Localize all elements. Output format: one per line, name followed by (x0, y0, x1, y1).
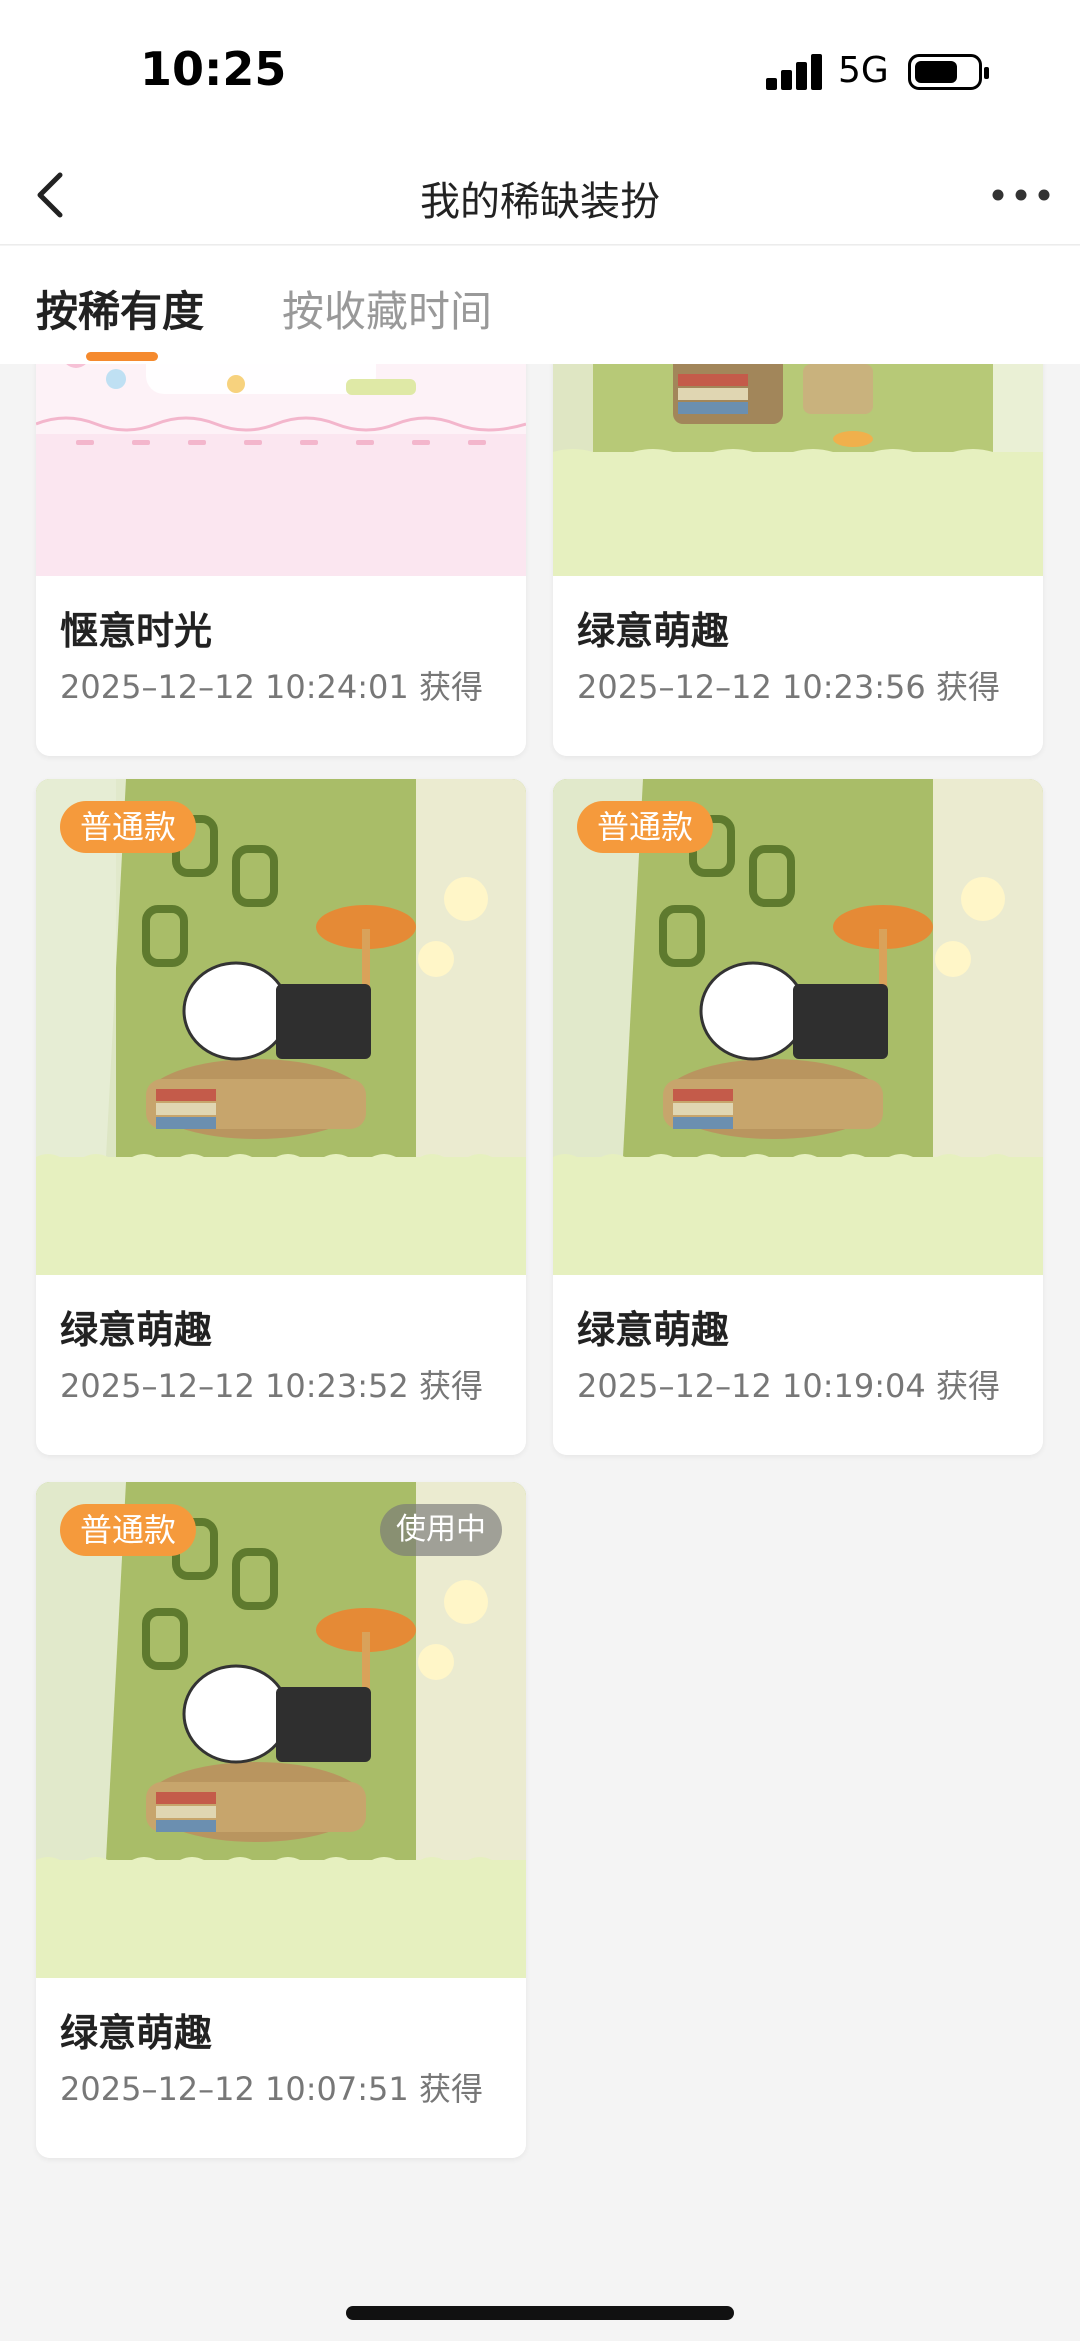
card-name: 绿意萌趣 (60, 2011, 213, 2055)
tab-by-collect-time[interactable]: 按收藏时间 (282, 278, 492, 339)
card-date: 2025–12–12 10:19:04 获得 (577, 1367, 1000, 1405)
card-thumbnail (553, 364, 1043, 576)
card-thumbnail (36, 779, 526, 1275)
card-date: 2025–12–12 10:23:56 获得 (577, 668, 1000, 706)
card-thumbnail (553, 779, 1043, 1275)
dress-up-grid: 惬意时光 2025–12–12 10:24:01 获得 绿意萌趣 2025–12… (0, 364, 1080, 2341)
rarity-badge: 普通款 (60, 801, 197, 853)
home-indicator (346, 2306, 734, 2320)
status-bar: 10:25 5G (0, 0, 1080, 145)
more-icon (992, 189, 1050, 201)
rarity-badge: 普通款 (60, 1504, 197, 1556)
page-title: 我的稀缺装扮 (420, 179, 660, 225)
dress-up-card[interactable]: 惬意时光 2025–12–12 10:24:01 获得 (36, 364, 526, 756)
sort-tabs: 按稀有度 按收藏时间 (0, 246, 1080, 364)
dress-up-card[interactable]: 绿意萌趣 2025–12–12 10:23:56 获得 (553, 364, 1043, 756)
card-thumbnail (36, 364, 526, 576)
signal-icon (766, 54, 824, 90)
tab-indicator (86, 352, 158, 361)
card-name: 绿意萌趣 (577, 609, 730, 653)
more-button[interactable] (986, 165, 1056, 225)
dress-up-card[interactable]: 普通款 绿意萌趣 2025–12–12 10:19:04 获得 (553, 779, 1043, 1455)
card-date: 2025–12–12 10:07:51 获得 (60, 2070, 483, 2108)
nav-bar: 我的稀缺装扮 (0, 145, 1080, 245)
tab-by-rarity[interactable]: 按稀有度 (36, 278, 204, 339)
card-date: 2025–12–12 10:24:01 获得 (60, 668, 483, 706)
dress-up-card[interactable]: 普通款 绿意萌趣 2025–12–12 10:23:52 获得 (36, 779, 526, 1455)
card-thumbnail (36, 1482, 526, 1978)
rarity-badge: 普通款 (577, 801, 714, 853)
card-name: 惬意时光 (60, 609, 213, 653)
card-name: 绿意萌趣 (577, 1308, 730, 1352)
card-date: 2025–12–12 10:23:52 获得 (60, 1367, 483, 1405)
dress-up-card[interactable]: 普通款 使用中 绿意萌趣 2025–12–12 10:07:51 获得 (36, 1482, 526, 2158)
status-time: 10:25 (140, 42, 287, 96)
battery-icon (908, 54, 989, 90)
network-type: 5G (838, 50, 889, 91)
in-use-badge: 使用中 (380, 1504, 502, 1556)
card-name: 绿意萌趣 (60, 1308, 213, 1352)
